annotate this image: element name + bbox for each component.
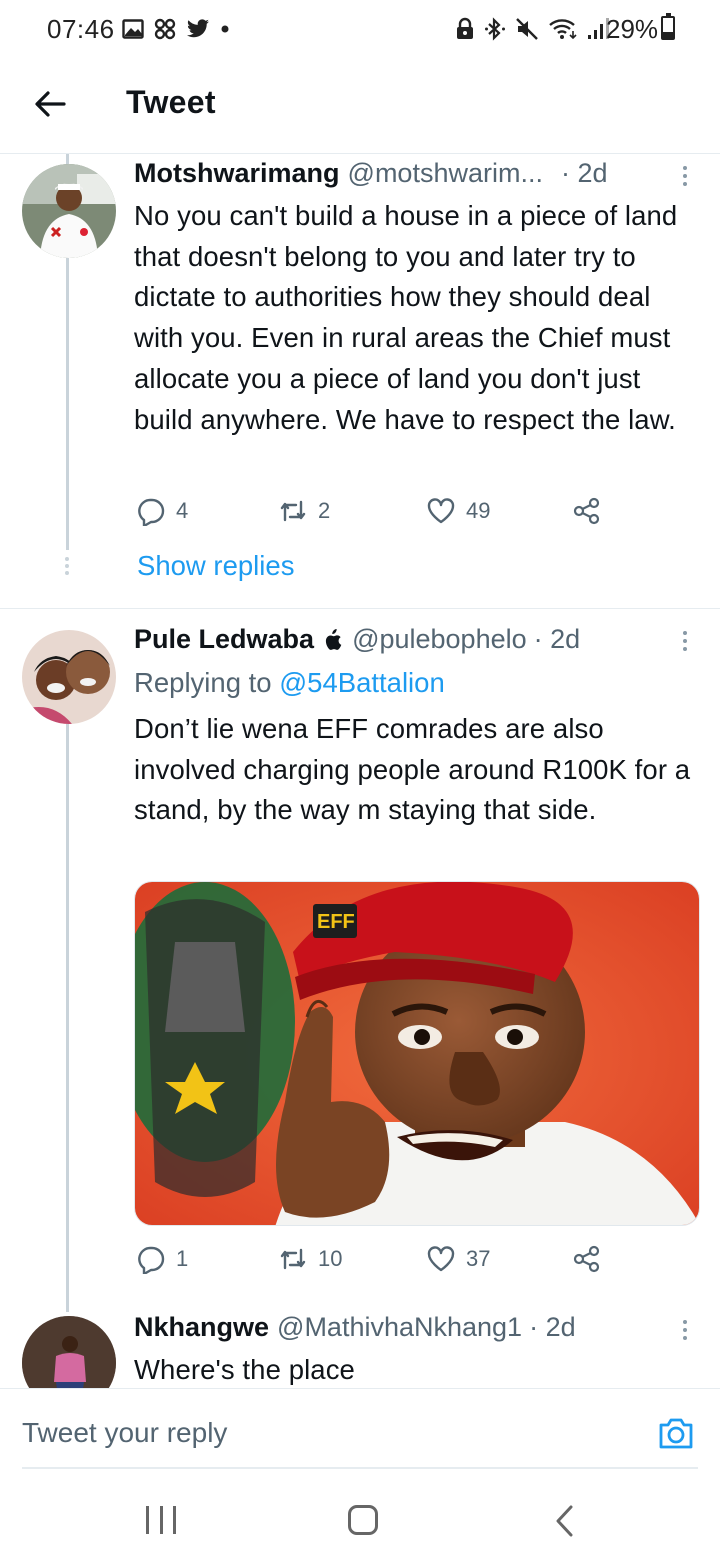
more-options-icon[interactable] xyxy=(680,1320,690,1344)
tweet-actions: 1 10 37 xyxy=(134,1244,614,1280)
mute-icon xyxy=(516,18,538,40)
heart-icon xyxy=(427,498,455,524)
status-left-icons xyxy=(122,15,230,43)
avatar[interactable] xyxy=(22,630,116,724)
reply-button[interactable]: 4 xyxy=(136,496,188,526)
replying-to: Replying to @54Battalion xyxy=(134,667,445,699)
reply-icon xyxy=(138,1246,165,1274)
retweet-icon xyxy=(280,1248,306,1270)
tweet-time: · 2d xyxy=(533,624,581,654)
divider xyxy=(0,608,720,609)
tweet-text: No you can't build a house in a piece of… xyxy=(134,200,678,435)
like-button[interactable]: 49 xyxy=(426,496,490,526)
avatar[interactable] xyxy=(22,164,116,258)
reply-icon xyxy=(138,498,165,526)
like-button[interactable]: 37 xyxy=(426,1244,490,1274)
tweet-author-name[interactable]: Nkhangwe xyxy=(134,1312,269,1343)
reply-input-underline xyxy=(22,1467,698,1469)
beret-badge-text: EFF xyxy=(317,911,355,933)
tweet-header: Nkhangwe @MathivhaNkhang1 · 2d xyxy=(134,1312,576,1343)
top-app-bar: Tweet xyxy=(0,60,720,154)
tweet-media-photo[interactable]: EFF xyxy=(134,881,700,1226)
more-options-icon[interactable] xyxy=(680,631,690,655)
lock-icon xyxy=(457,17,473,39)
status-right-icons xyxy=(455,15,611,43)
status-bar: 07:46 29% xyxy=(0,0,720,60)
bluetooth-icon xyxy=(485,17,505,41)
battery-percent: 29% xyxy=(606,14,659,44)
tweet-header: Motshwarimang @motshwarim... · 2d xyxy=(134,158,608,189)
arrow-left-icon[interactable] xyxy=(30,84,70,124)
retweet-count: 10 xyxy=(318,1246,343,1271)
tweet-author-handle[interactable]: @motshwarim... xyxy=(348,158,543,189)
twitter-bird-icon xyxy=(187,19,209,38)
heart-icon xyxy=(427,1246,455,1272)
gallery-icon xyxy=(122,19,144,39)
tweet-actions: 4 2 49 xyxy=(134,496,614,532)
share-icon xyxy=(573,497,600,525)
reply-input[interactable]: Tweet your reply xyxy=(22,1417,227,1449)
tweet-time: · 2d xyxy=(560,158,608,188)
recent-apps-icon[interactable] xyxy=(146,1506,176,1534)
tweet-author-handle[interactable]: @MathivhaNkhang1 xyxy=(277,1312,522,1343)
wifi-icon xyxy=(549,19,577,40)
retweet-count: 2 xyxy=(318,498,331,523)
page-title: Tweet xyxy=(126,84,216,120)
tweet-header: Pule Ledwaba @pulebophelo · 2d xyxy=(134,624,580,655)
retweet-icon xyxy=(280,500,306,522)
more-options-icon[interactable] xyxy=(680,166,690,190)
reply-button[interactable]: 1 xyxy=(136,1244,188,1274)
apple-icon xyxy=(325,628,342,650)
share-icon xyxy=(573,1245,600,1273)
like-count: 49 xyxy=(466,498,491,523)
back-chevron-icon[interactable] xyxy=(552,1504,576,1538)
retweet-button[interactable]: 10 xyxy=(278,1244,342,1274)
pinwheel-icon xyxy=(154,18,176,40)
reply-count: 4 xyxy=(176,498,189,523)
home-icon[interactable] xyxy=(348,1505,378,1535)
tweet-author-name[interactable]: Motshwarimang xyxy=(134,158,340,189)
share-button[interactable] xyxy=(572,1244,602,1274)
thread-line xyxy=(66,724,69,1312)
camera-icon[interactable] xyxy=(656,1413,696,1453)
like-count: 37 xyxy=(466,1246,491,1271)
reply-composer: Tweet your reply xyxy=(0,1388,720,1488)
battery-level xyxy=(663,32,673,38)
replying-to-handle[interactable]: @54Battalion xyxy=(279,667,445,698)
share-button[interactable] xyxy=(572,496,602,526)
tweet-author-name[interactable]: Pule Ledwaba xyxy=(134,624,314,655)
tweet-text: Don’t lie wena EFF comrades are also inv… xyxy=(134,713,691,826)
reply-count: 1 xyxy=(176,1246,189,1271)
replying-to-label: Replying to xyxy=(134,667,280,698)
tweet-time: · 2d xyxy=(529,1312,576,1342)
battery-icon xyxy=(661,13,675,40)
retweet-button[interactable]: 2 xyxy=(278,496,330,526)
system-nav-bar xyxy=(0,1488,720,1560)
dot-icon xyxy=(221,25,229,33)
thread-dots xyxy=(64,557,70,578)
show-replies-link[interactable]: Show replies xyxy=(137,550,294,582)
status-time: 07:46 xyxy=(47,14,115,44)
tweet-text: Where's the place xyxy=(134,1354,355,1385)
tweet-author-handle[interactable]: @pulebophelo xyxy=(352,624,527,655)
